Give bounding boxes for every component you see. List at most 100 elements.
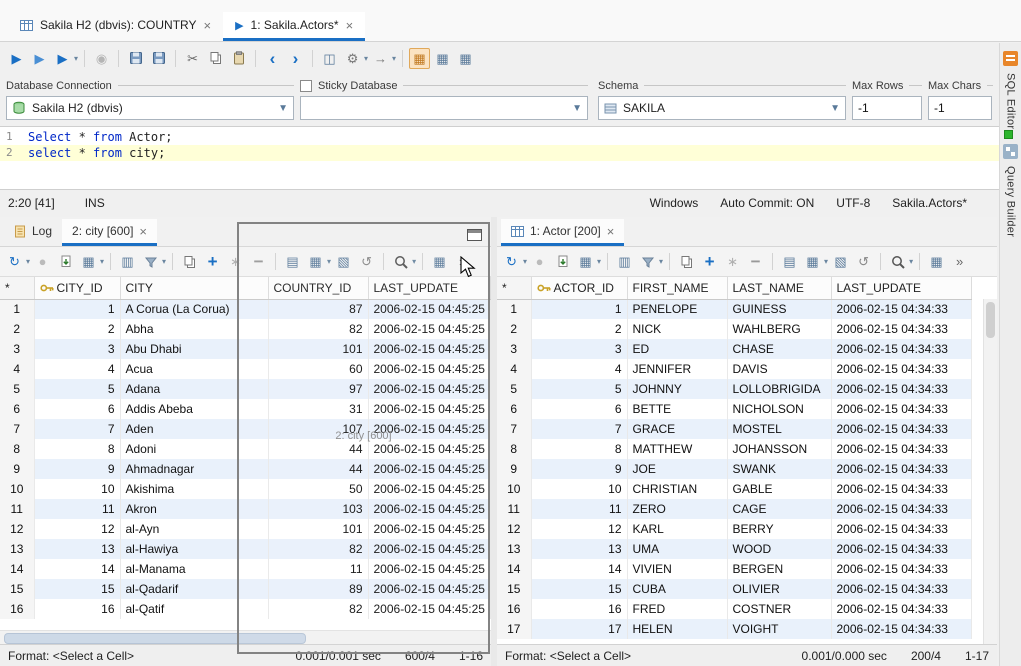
paste-icon[interactable]: [228, 48, 249, 69]
grid-cell[interactable]: GABLE: [727, 479, 831, 499]
grid-cell[interactable]: JENNIFER: [627, 359, 727, 379]
grid-cell[interactable]: 3: [531, 339, 627, 359]
grid-cell[interactable]: 5: [34, 379, 120, 399]
copy-cells-icon[interactable]: [676, 251, 697, 272]
execute-current-icon[interactable]: ▶: [29, 48, 50, 69]
delete-row-icon[interactable]: −: [745, 251, 766, 272]
refresh-icon[interactable]: ↻: [501, 251, 522, 272]
doc-tab-country[interactable]: Sakila H2 (dbvis): COUNTRY ×: [8, 12, 223, 41]
insert-row-icon[interactable]: +: [699, 251, 720, 272]
grid-cell[interactable]: 5: [531, 379, 627, 399]
grid-cell[interactable]: NICK: [627, 319, 727, 339]
grid-cell[interactable]: 2006-02-15 04:34:33: [831, 339, 971, 359]
column-header[interactable]: FIRST_NAME: [627, 277, 727, 299]
rows-icon[interactable]: ▥: [117, 251, 138, 272]
chevron-down-icon[interactable]: ▾: [26, 257, 30, 266]
script-sql-icon[interactable]: ▧: [830, 251, 851, 272]
stop-icon[interactable]: ●: [529, 251, 550, 272]
save-as-icon[interactable]: [148, 48, 169, 69]
row-number[interactable]: 7: [0, 419, 34, 439]
sticky-database-checkbox[interactable]: [300, 80, 312, 92]
edit-rows-icon[interactable]: ▤: [779, 251, 800, 272]
grid-cell[interactable]: LOLLOBRIGIDA: [727, 379, 831, 399]
chevron-down-icon[interactable]: ▾: [597, 257, 601, 266]
execute-icon[interactable]: ▶: [6, 48, 27, 69]
grid-cell[interactable]: WAHLBERG: [727, 319, 831, 339]
grid-cell[interactable]: 9: [34, 459, 120, 479]
row-number[interactable]: 6: [0, 399, 34, 419]
grid-cell[interactable]: JOHANSSON: [727, 439, 831, 459]
row-number[interactable]: 13: [497, 539, 531, 559]
auto-grid-icon[interactable]: ▦: [409, 48, 430, 69]
row-number[interactable]: 9: [0, 459, 34, 479]
grid-cell[interactable]: BERGEN: [727, 559, 831, 579]
browse-row-icon[interactable]: ▦: [802, 251, 823, 272]
export-icon[interactable]: [552, 251, 573, 272]
schema-select[interactable]: SAKILA ▼: [598, 96, 846, 120]
tab-actor-result[interactable]: 1: Actor [200] ×: [501, 219, 624, 246]
filter-icon[interactable]: [140, 251, 161, 272]
autocommit-indicator[interactable]: Auto Commit: ON: [720, 196, 814, 210]
row-number[interactable]: 12: [497, 519, 531, 539]
chevron-down-icon[interactable]: ▾: [74, 54, 78, 63]
row-number[interactable]: 10: [0, 479, 34, 499]
grid-cell[interactable]: OLIVIER: [727, 579, 831, 599]
row-number[interactable]: 3: [0, 339, 34, 359]
grid-cell[interactable]: MATTHEW: [627, 439, 727, 459]
undo-icon[interactable]: ↺: [853, 251, 874, 272]
grid-cell[interactable]: 2006-02-15 04:34:33: [831, 619, 971, 639]
grid-cell[interactable]: 4: [34, 359, 120, 379]
grid-cell[interactable]: 16: [531, 599, 627, 619]
row-number[interactable]: 8: [0, 439, 34, 459]
cut-icon[interactable]: ✂: [182, 48, 203, 69]
row-number[interactable]: 2: [497, 319, 531, 339]
row-number[interactable]: 4: [0, 359, 34, 379]
detach-window-icon[interactable]: [467, 229, 482, 241]
side-tab-sql-editor[interactable]: SQL Editor: [1005, 73, 1017, 129]
grid-cell[interactable]: 7: [34, 419, 120, 439]
grid-cell[interactable]: KARL: [627, 519, 727, 539]
grid-cell[interactable]: 2006-02-15 04:34:33: [831, 399, 971, 419]
grid-cell[interactable]: BERRY: [727, 519, 831, 539]
record-macro-icon[interactable]: ◉: [91, 48, 112, 69]
row-number[interactable]: 13: [0, 539, 34, 559]
grid-cell[interactable]: 2006-02-15 04:34:33: [831, 299, 971, 319]
execute-explain-icon[interactable]: ▶: [52, 48, 73, 69]
grid-cell[interactable]: 4: [531, 359, 627, 379]
grid-cell[interactable]: NICHOLSON: [727, 399, 831, 419]
grid-cell[interactable]: 8: [34, 439, 120, 459]
column-header[interactable]: CITY_ID: [34, 277, 120, 299]
search-icon[interactable]: [887, 251, 908, 272]
row-number[interactable]: 14: [0, 559, 34, 579]
grid-cell[interactable]: 2006-02-15 04:34:33: [831, 319, 971, 339]
grid-cell[interactable]: CUBA: [627, 579, 727, 599]
grid-cell[interactable]: 2006-02-15 04:34:33: [831, 359, 971, 379]
grid-cell[interactable]: 2006-02-15 04:34:33: [831, 559, 971, 579]
grid-cell[interactable]: 2006-02-15 04:34:33: [831, 599, 971, 619]
row-number[interactable]: 4: [497, 359, 531, 379]
grid-cell[interactable]: 17: [531, 619, 627, 639]
query-builder-icon[interactable]: [1003, 144, 1018, 159]
tab-log[interactable]: Log: [4, 219, 62, 246]
back-icon[interactable]: ‹: [262, 48, 283, 69]
grid-mode-icon[interactable]: ▦: [926, 251, 947, 272]
grid-corner[interactable]: *: [497, 277, 531, 299]
chevron-down-icon[interactable]: ▾: [392, 54, 396, 63]
grid-cell[interactable]: 2006-02-15 04:34:33: [831, 519, 971, 539]
grid-view-icon[interactable]: ▦: [575, 251, 596, 272]
grid-cell[interactable]: 2006-02-15 04:34:33: [831, 379, 971, 399]
grid-cell[interactable]: FRED: [627, 599, 727, 619]
grid-cell[interactable]: 2006-02-15 04:34:33: [831, 459, 971, 479]
row-number[interactable]: 14: [497, 559, 531, 579]
max-rows-input[interactable]: [852, 96, 922, 120]
tools-icon[interactable]: ⚙: [342, 48, 363, 69]
row-number[interactable]: 6: [497, 399, 531, 419]
grid-cell[interactable]: UMA: [627, 539, 727, 559]
grid-cell[interactable]: VOIGHT: [727, 619, 831, 639]
grid-cell[interactable]: 12: [34, 519, 120, 539]
chart-icon[interactable]: ▦: [432, 48, 453, 69]
column-header[interactable]: ACTOR_ID: [531, 277, 627, 299]
filter-icon[interactable]: [637, 251, 658, 272]
insert-row-icon[interactable]: +: [202, 251, 223, 272]
grid-cell[interactable]: 16: [34, 599, 120, 619]
